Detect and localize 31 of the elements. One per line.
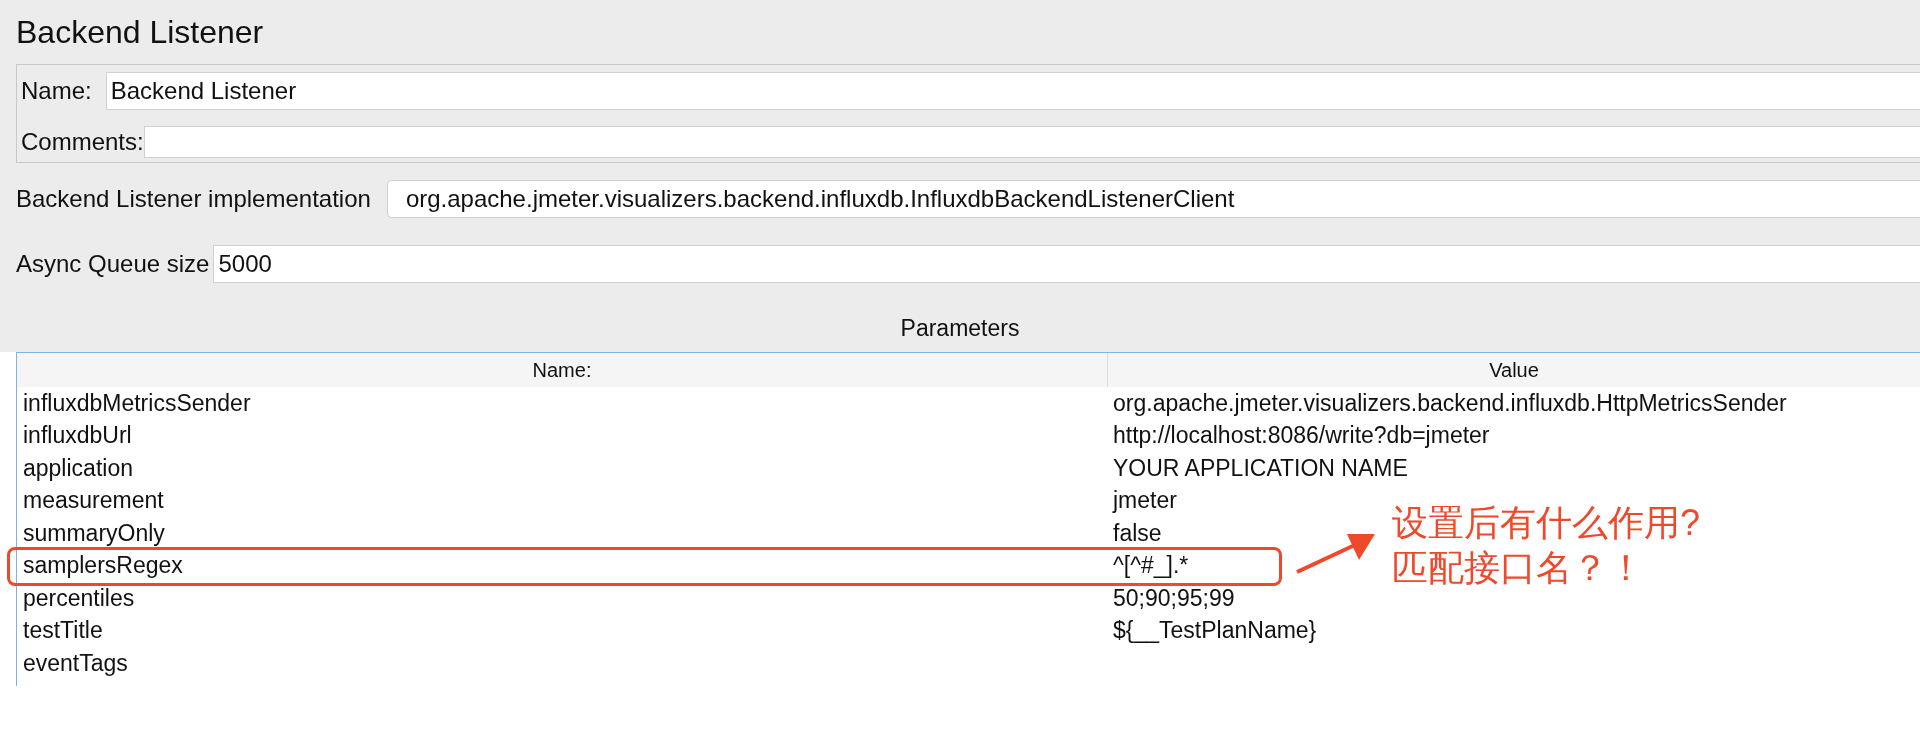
table-cell-text: application xyxy=(22,454,133,482)
name-field[interactable]: Backend Listener xyxy=(105,72,1920,110)
implementation-label: Backend Listener implementation xyxy=(16,185,371,213)
table-cell-text: ${__TestPlanName} xyxy=(1112,617,1317,645)
queue-size-label: Async Queue size xyxy=(16,250,210,278)
table-cell-text: percentiles xyxy=(22,584,135,612)
comments-field[interactable] xyxy=(143,126,1920,158)
panel-title: Backend Listener xyxy=(16,14,265,52)
table-cell-text: measurement xyxy=(22,487,164,515)
table-cell-text: testTitle xyxy=(22,617,103,645)
queue-size-field[interactable]: 5000 xyxy=(213,245,1920,283)
table-cell-text: ^[^#_].* xyxy=(1112,552,1189,580)
table-cell-text: eventTags xyxy=(22,649,128,677)
parameters-title: Parameters xyxy=(900,315,1020,341)
table-cell-text: samplersRegex xyxy=(22,552,183,580)
name-label: Name: xyxy=(21,77,92,105)
annotation-text: 匹配接口名？！ xyxy=(1392,546,1645,590)
table-cell-text: org.apache.jmeter.visualizers.backend.influxdb.HttpMetricsSender xyxy=(1112,389,1787,417)
table-cell-text: false xyxy=(1112,519,1162,547)
table-cell-text: influxdbMetricsSender xyxy=(22,389,251,417)
table-cell-text: influxdbUrl xyxy=(22,422,132,450)
table-cell-text: jmeter xyxy=(1111,487,1177,515)
implementation-dropdown[interactable]: org.apache.jmeter.visualizers.backend.influxdb.InfluxdbBackendListenerClient xyxy=(386,180,1920,218)
table-cell-text: YOUR APPLICATION NAME xyxy=(1112,454,1408,482)
table-cell-text: http://localhost:8086/write?db=jmeter xyxy=(1112,422,1490,450)
column-header[interactable]: Name: xyxy=(17,353,1107,387)
table-cell-text: summaryOnly xyxy=(22,519,165,547)
annotation-text: 设置后有什么作用? xyxy=(1392,501,1701,545)
table-cell-text: 50;90;95;99 xyxy=(1112,584,1235,612)
column-header[interactable]: Value xyxy=(1107,353,1920,387)
comments-label: Comments: xyxy=(21,128,144,156)
